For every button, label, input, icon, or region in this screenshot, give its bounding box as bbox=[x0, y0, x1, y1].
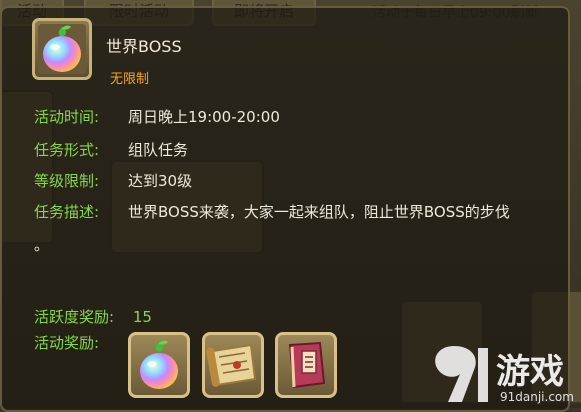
watermark-brand: 游戏 bbox=[496, 352, 564, 392]
red-book-icon bbox=[288, 341, 326, 389]
desc-line-2: 。 bbox=[34, 236, 50, 254]
rewards-label: 活动奖励: bbox=[34, 334, 100, 352]
format-label: 任务形式: bbox=[34, 141, 100, 159]
level-label: 等级限制: bbox=[34, 172, 100, 190]
time-value: 周日晚上19:00-20:00 bbox=[128, 108, 280, 126]
activity-points-row: 活跃度奖励: 15 bbox=[34, 306, 152, 327]
desc-row: 任务描述: bbox=[34, 201, 99, 222]
activity-title: 世界BOSS bbox=[106, 37, 182, 56]
watermark-url: 91danji.com bbox=[500, 390, 574, 404]
level-value: 达到30级 bbox=[128, 172, 193, 190]
tooltip-header: 世界BOSS 无限制 bbox=[2, 8, 568, 88]
rainbow-orb-icon bbox=[140, 340, 178, 389]
desc-line-1: 世界BOSS来袭，大家一起来组队，阻止世界BOSS的步伐 bbox=[128, 203, 510, 221]
reward-slot-1[interactable] bbox=[128, 332, 190, 398]
rainbow-orb-icon bbox=[43, 25, 81, 72]
time-label: 活动时间: bbox=[34, 108, 100, 126]
activity-item-slot bbox=[32, 18, 92, 80]
limit-badge: 无限制 bbox=[110, 72, 150, 87]
treasure-map-scroll-icon bbox=[206, 343, 257, 387]
activity-points-value: 15 bbox=[132, 308, 152, 326]
activity-points-label: 活跃度奖励: bbox=[34, 308, 115, 326]
reward-slot-3[interactable] bbox=[275, 332, 337, 398]
format-row: 任务形式: bbox=[34, 139, 99, 160]
time-row: 活动时间: bbox=[34, 106, 99, 127]
format-value: 组队任务 bbox=[128, 141, 189, 159]
rewards-row: 活动奖励: bbox=[34, 332, 99, 353]
desc-label: 任务描述: bbox=[34, 203, 100, 221]
site-watermark: 游戏 91danji.com bbox=[426, 340, 581, 408]
reward-slot-2[interactable] bbox=[202, 332, 264, 398]
level-row: 等级限制: bbox=[34, 170, 99, 191]
